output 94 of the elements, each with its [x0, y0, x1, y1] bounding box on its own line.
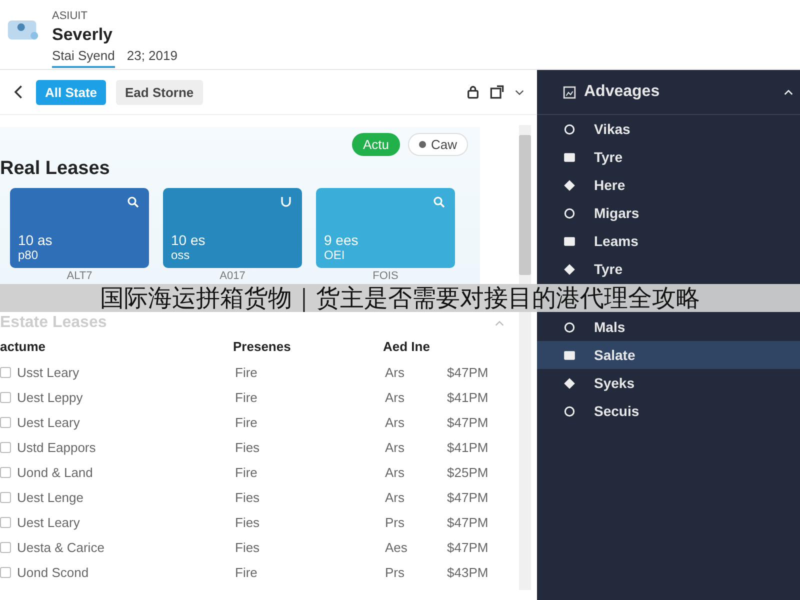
- row-checkbox[interactable]: [0, 517, 11, 528]
- card-subvalue: oss: [171, 248, 191, 262]
- date-label: 23; 2019: [126, 48, 178, 65]
- table-cell-text: Fire: [235, 415, 258, 430]
- table-cell-text: $47PM: [447, 515, 490, 530]
- table-cell-text: $41PM: [447, 440, 490, 455]
- card-caption: FOIS: [372, 270, 398, 282]
- column-header: actume: [0, 338, 47, 354]
- lock-icon[interactable]: [466, 85, 480, 99]
- menu-item-icon: [563, 376, 576, 390]
- table-cell-text: Aes: [385, 540, 408, 555]
- table-cell-text: $25PM: [447, 465, 490, 480]
- sidebar-item[interactable]: Salate: [537, 341, 800, 369]
- table-cell-text: Ustd Eappors: [17, 440, 97, 455]
- menu-item-icon: [563, 150, 576, 164]
- table-cell-text: Ars: [385, 440, 406, 455]
- overline-label: ASIUIT: [52, 10, 88, 22]
- sidebar-item[interactable]: Here: [537, 171, 800, 199]
- header-tab[interactable]: Stai Syend: [52, 48, 115, 68]
- menu-item-icon: [563, 262, 576, 276]
- table-cell-text: Ars: [385, 390, 406, 405]
- table-cell-text: Uond & Land: [17, 465, 94, 480]
- column-header: Aed Ine: [383, 338, 431, 354]
- menu-item-icon: [563, 348, 576, 362]
- card-caption: ALT7: [66, 270, 92, 282]
- filter-tab[interactable]: Ead Storne: [116, 80, 203, 104]
- banner-text: 国际海运拼箱货物｜货主是否需要对接目的港代理全攻略: [100, 284, 700, 312]
- row-checkbox[interactable]: [0, 542, 11, 553]
- table-cell-text: Uest Lenge: [17, 490, 84, 505]
- sidebar-item[interactable]: Leams: [537, 227, 800, 255]
- row-checkbox[interactable]: [0, 392, 11, 403]
- sidebar-item[interactable]: Mals: [537, 313, 800, 341]
- table-cell-text: Prs: [385, 515, 406, 530]
- card-value: 10 as: [18, 232, 54, 248]
- sidebar-item[interactable]: Tyre: [537, 255, 800, 283]
- export-icon[interactable]: [490, 85, 504, 99]
- status-pill[interactable]: Caw: [408, 133, 468, 156]
- row-checkbox[interactable]: [0, 417, 11, 428]
- table-cell-text: Ars: [385, 490, 406, 505]
- table-cell-text: Fire: [235, 565, 258, 580]
- row-checkbox[interactable]: [0, 367, 11, 378]
- user-card-icon: [6, 18, 40, 42]
- sidebar-title: Adveages: [584, 83, 661, 101]
- row-checkbox[interactable]: [0, 442, 11, 453]
- menu-item-icon: [563, 320, 576, 334]
- section-title: Real Leases: [0, 158, 111, 180]
- table-cell-text: Fies: [235, 515, 261, 530]
- sidebar-item[interactable]: Tyre: [537, 143, 800, 171]
- card-caption: A017: [220, 270, 246, 282]
- table-cell-text: Ars: [385, 415, 406, 430]
- table-cell-text: Uest Leppy: [17, 390, 84, 405]
- table-cell-text: Ars: [385, 365, 406, 380]
- menu-item-icon: [563, 122, 576, 136]
- card-value: 10 es: [171, 232, 206, 248]
- table-cell-text: Uond Scond: [17, 565, 90, 580]
- sidebar-item[interactable]: Vikas: [537, 115, 800, 143]
- table-cell-text: $43PM: [447, 565, 490, 580]
- search-icon: [127, 196, 139, 208]
- row-checkbox[interactable]: [0, 492, 11, 503]
- menu-item-icon: [563, 206, 576, 220]
- menu-item-icon: [563, 404, 576, 418]
- scrollbar-thumb[interactable]: [519, 135, 531, 275]
- table-cell-text: Fire: [235, 365, 258, 380]
- table-cell-text: Uesta & Carice: [17, 540, 106, 555]
- table-cell-text: $47PM: [447, 540, 490, 555]
- table-cell-text: $47PM: [447, 365, 490, 380]
- card-value: 9 ees: [324, 232, 360, 248]
- card-subvalue: p80: [18, 248, 40, 262]
- menu-item-icon: [563, 178, 576, 192]
- stat-card[interactable]: 10 as p80: [10, 188, 149, 268]
- row-checkbox[interactable]: [0, 467, 11, 478]
- table-cell-text: Fies: [235, 540, 261, 555]
- row-checkbox[interactable]: [0, 567, 11, 578]
- table-cell-text: Uest Leary: [17, 415, 81, 430]
- table-cell-text: $41PM: [447, 390, 490, 405]
- table-cell-text: Fies: [235, 490, 261, 505]
- table-cell-text: Fies: [235, 440, 261, 455]
- sidebar-item[interactable]: Migars: [537, 199, 800, 227]
- sidebar-item[interactable]: Secuis: [537, 397, 800, 425]
- table-cell-text: $47PM: [447, 415, 490, 430]
- table-cell-text: $47PM: [447, 490, 490, 505]
- search-icon: [433, 196, 445, 208]
- stat-card[interactable]: 10 es oss: [163, 188, 302, 268]
- sidebar-item[interactable]: Syeks: [537, 369, 800, 397]
- table-cell-text: Uest Leary: [17, 515, 81, 530]
- menu-item-icon: [563, 234, 576, 248]
- table-cell-text: Fire: [235, 390, 258, 405]
- table-cell-text: Fire: [235, 465, 258, 480]
- page-title: Severly: [52, 25, 114, 45]
- table-cell-text: Ars: [385, 465, 406, 480]
- table-cell-text: Prs: [385, 565, 406, 580]
- card-subvalue: OEI: [324, 248, 346, 262]
- table-cell-text: Usst Leary: [17, 365, 80, 380]
- column-header: Presenes: [233, 338, 292, 354]
